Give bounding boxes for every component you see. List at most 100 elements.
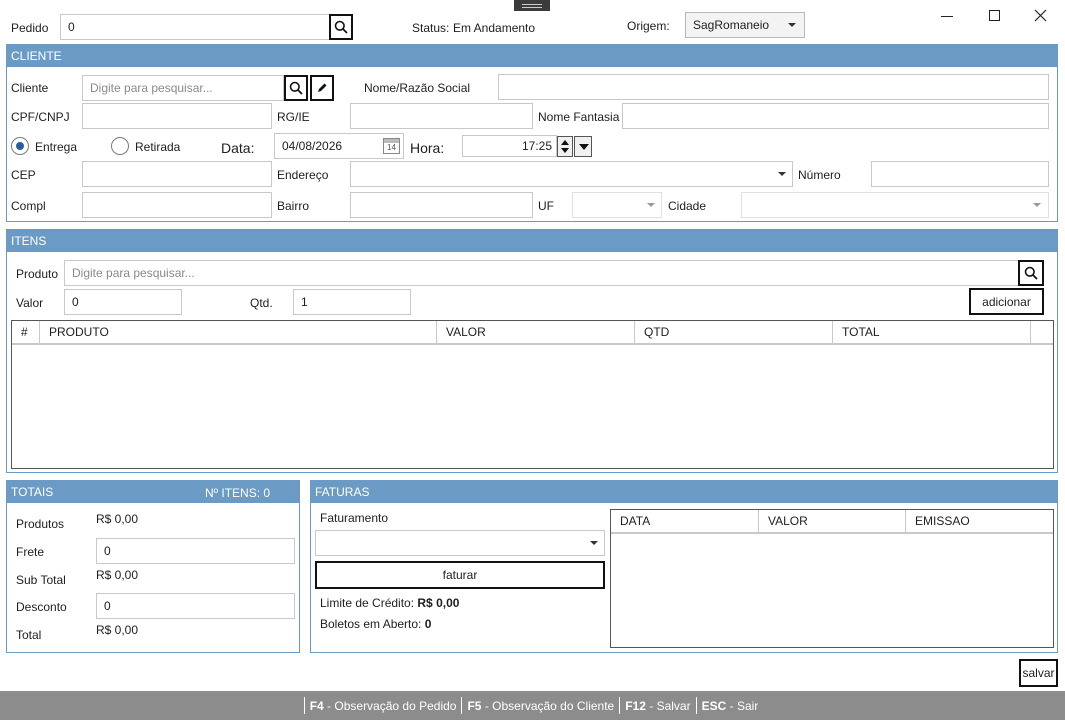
pedido-input[interactable]: 0 [60,14,330,40]
data-label: Data: [221,140,255,156]
column-header[interactable]: QTD [635,321,833,343]
retirada-radio[interactable] [111,137,129,155]
cliente-search-button[interactable] [284,75,308,101]
totais-title: TOTAIS [11,485,54,499]
hora-label: Hora: [410,140,445,156]
faturar-button[interactable]: faturar [315,561,605,589]
boletos-aberto: Boletos em Aberto: 0 [320,617,431,631]
cep-input[interactable] [82,161,272,187]
hora-spinner[interactable] [557,136,573,157]
hora-dropdown-button[interactable] [574,136,592,157]
origem-label: Origem: [627,19,670,33]
produto-label: Produto [16,267,59,281]
retirada-label: Retirada [135,140,181,154]
column-header[interactable]: DATA [611,510,759,532]
column-header[interactable]: EMISSAO [906,510,1053,532]
razao-social-input[interactable] [498,74,1049,100]
shortcut-bar: F4 - Observação do Pedido F5 - Observaçã… [0,691,1065,720]
chevron-down-icon [590,541,598,545]
bairro-input[interactable] [350,192,533,218]
desconto-label: Desconto [16,600,67,614]
search-icon [289,81,303,95]
chevron-down-icon [778,172,786,176]
cliente-search-input[interactable]: Digite para pesquisar... [82,75,284,101]
cpf-cnpj-label: CPF/CNPJ [11,110,70,124]
total-value: R$ 0,00 [96,623,139,637]
qtd-label: Qtd. [250,296,273,310]
cliente-edit-button[interactable] [310,75,334,101]
faturas-section-title: FATURAS [311,481,1057,503]
cep-label: CEP [11,168,36,182]
close-icon[interactable] [1033,8,1048,23]
boletos-aberto-label: Boletos em Aberto: [320,617,422,631]
maximize-icon[interactable] [989,10,1000,21]
boletos-aberto-value: 0 [424,617,432,631]
bairro-label: Bairro [277,199,310,213]
totais-section: TOTAIS [6,480,300,653]
faturamento-select[interactable] [315,530,605,556]
cliente-label: Cliente [11,81,49,95]
limite-credito-value: R$ 0,00 [417,596,460,610]
itens-table: # PRODUTO VALOR QTD TOTAL [11,320,1054,469]
chevron-down-icon [579,144,589,150]
numero-label: Número [798,168,841,182]
origem-select[interactable]: SagRomaneio [685,12,805,38]
endereco-label: Endereço [277,168,329,182]
shortcut-esc[interactable]: ESC - Sair [698,699,763,713]
pedido-label: Pedido [11,21,49,35]
produto-search-button[interactable] [1018,260,1044,286]
rg-ie-input[interactable] [350,103,533,129]
produto-search-input[interactable]: Digite para pesquisar... [64,260,1019,286]
column-header[interactable]: TOTAL [833,321,1031,343]
frete-label: Frete [16,545,45,559]
item-count: Nº ITENS: 0 [205,486,271,500]
cidade-label: Cidade [668,199,707,213]
shortcut-f5[interactable]: F5 - Observação do Cliente [463,699,618,713]
razao-social-label: Nome/Razão Social [364,81,471,95]
chevron-down-icon [788,23,796,27]
search-icon [334,20,348,34]
pencil-icon [318,83,327,92]
faturas-table-header: DATA VALOR EMISSAO [611,510,1053,534]
minimize-icon[interactable] [941,16,953,17]
entrega-label: Entrega [35,140,78,154]
endereco-select[interactable] [350,161,793,187]
entrega-radio[interactable] [11,137,29,155]
status-value: Em Andamento [453,21,536,35]
cidade-select[interactable] [741,192,1049,218]
adicionar-button[interactable]: adicionar [969,288,1044,315]
shortcut-f12[interactable]: F12 - Salvar [621,699,694,713]
compl-label: Compl [11,199,46,213]
pedido-search-button[interactable] [329,14,353,40]
window-drag-handle[interactable] [514,0,550,11]
column-header[interactable]: VALOR [437,321,635,343]
frete-input[interactable]: 0 [96,538,295,564]
subtotal-value: R$ 0,00 [96,568,139,582]
column-header[interactable]: # [12,321,40,343]
numero-input[interactable] [871,161,1049,187]
itens-table-header: # PRODUTO VALOR QTD TOTAL [12,321,1053,345]
calendar-icon[interactable]: 14 [383,138,400,154]
shortcut-f4[interactable]: F4 - Observação do Pedido [306,699,461,713]
salvar-button[interactable]: salvar [1019,659,1058,687]
cliente-section-title: CLIENTE [7,45,1057,67]
valor-input[interactable]: 0 [64,289,182,315]
produtos-label: Produtos [16,517,65,531]
compl-input[interactable] [82,192,272,218]
cpf-cnpj-input[interactable] [82,103,272,129]
itens-section-title: ITENS [7,230,1057,252]
search-icon [1024,266,1038,280]
column-header[interactable]: VALOR [759,510,906,532]
nome-fantasia-label: Nome Fantasia [538,110,620,124]
hora-input[interactable]: 17:25 [462,135,557,157]
subtotal-label: Sub Total [16,573,66,587]
faturamento-label: Faturamento [320,511,389,525]
nome-fantasia-input[interactable] [622,103,1049,129]
status-label: Status: [412,21,450,35]
desconto-input[interactable]: 0 [96,593,295,619]
limite-credito: Limite de Crédito: R$ 0,00 [320,596,459,610]
qtd-input[interactable]: 1 [293,289,411,315]
total-label: Total [16,628,42,642]
column-header[interactable]: PRODUTO [40,321,437,343]
limite-credito-label: Limite de Crédito: [320,596,415,610]
